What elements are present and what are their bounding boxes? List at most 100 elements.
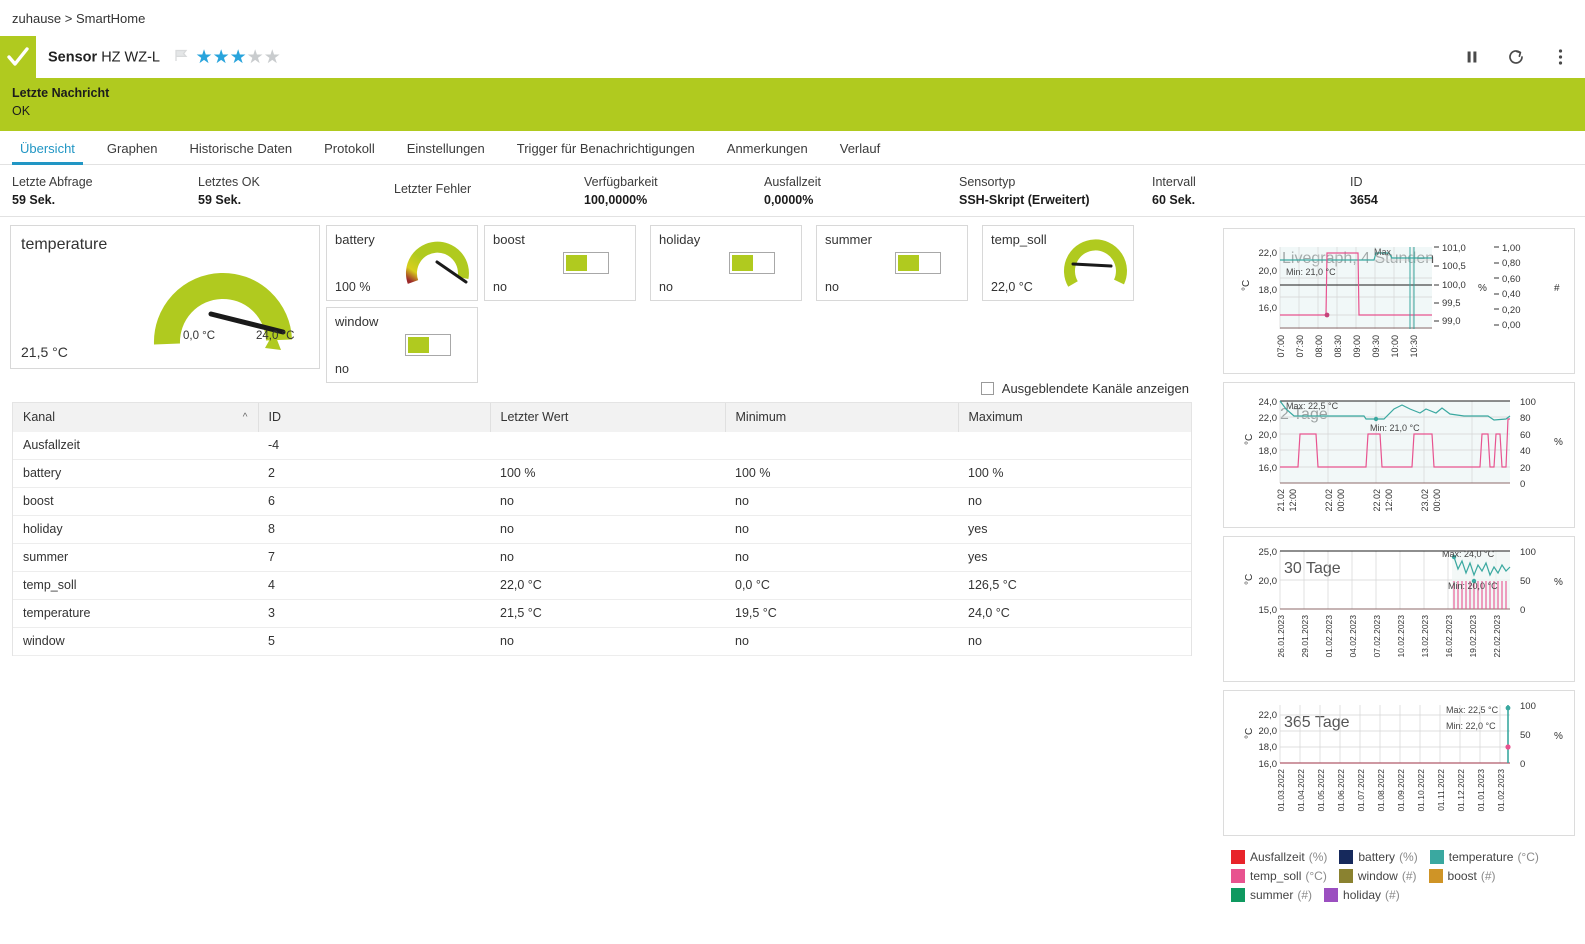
boost-toggle[interactable] <box>563 252 609 274</box>
svg-text:18,0: 18,0 <box>1259 285 1278 296</box>
gauge-battery[interactable]: battery 100 % <box>326 225 478 301</box>
chart-livegraph-4h[interactable]: Livegraph, 4 Stunden Min: 21,0 °C <box>1223 228 1575 374</box>
cell-maximum: yes <box>958 543 1191 572</box>
tab-graphen[interactable]: Graphen <box>91 135 174 164</box>
table-row[interactable]: holiday 8 no no yes <box>13 515 1191 544</box>
svg-text:08:00: 08:00 <box>1314 335 1324 358</box>
svg-text:01.09.2022: 01.09.2022 <box>1396 769 1406 812</box>
legend-item-temp-soll[interactable]: temp_soll (°C) <box>1231 869 1327 883</box>
chart-365-tage[interactable]: 365 Tage Max: 22,5 °C Min: 22,0 °C 22,0 … <box>1223 690 1575 836</box>
svg-text:20,0: 20,0 <box>1259 726 1278 737</box>
refresh-icon[interactable] <box>1505 46 1527 68</box>
legend-item-holiday[interactable]: holiday (#) <box>1324 888 1400 902</box>
column-header-letzter-wert[interactable]: Letzter Wert <box>490 403 726 432</box>
table-row[interactable]: temperature 3 21,5 °C 19,5 °C 24,0 °C <box>13 599 1191 628</box>
cell-id: 5 <box>258 627 490 656</box>
chart-30-tage[interactable]: 30 Tage Max: 24,0 °C Min: 20,0 °C 25,0 2… <box>1223 536 1575 682</box>
star-4[interactable]: ★ <box>247 48 264 67</box>
table-row[interactable]: boost 6 no no no <box>13 487 1191 516</box>
table-row[interactable]: Ausfallzeit -4 <box>13 432 1191 460</box>
gauge-temperature[interactable]: temperature 0,0 °C 24,0 °C 21,5 °C <box>10 225 320 369</box>
table-row[interactable]: temp_soll 4 22,0 °C 0,0 °C 126,5 °C <box>13 571 1191 600</box>
svg-text:10:30: 10:30 <box>1409 335 1419 358</box>
column-header-id[interactable]: ID <box>258 403 491 432</box>
rating-stars[interactable]: ★ ★ ★ ★ ★ <box>196 48 281 67</box>
legend-item-ausfallzeit[interactable]: Ausfallzeit (%) <box>1231 850 1327 864</box>
gauge-window[interactable]: window no <box>326 307 478 383</box>
star-2[interactable]: ★ <box>213 48 230 67</box>
header-actions <box>1461 36 1571 78</box>
cell-id: 4 <box>258 571 490 600</box>
legend-item-window[interactable]: window (#) <box>1338 869 1417 883</box>
column-header-minimum[interactable]: Minimum <box>725 403 959 432</box>
gauge-label: holiday <box>659 232 701 247</box>
legend-item-boost[interactable]: boost (#) <box>1428 869 1496 883</box>
summary-value: 59 Sek. <box>198 192 242 207</box>
star-1[interactable]: ★ <box>196 48 213 67</box>
cell-kanal: temp_soll <box>13 571 258 600</box>
cell-minimum: no <box>725 487 958 516</box>
more-options-icon[interactable] <box>1549 46 1571 68</box>
table-row[interactable]: window 5 no no no <box>13 627 1191 656</box>
gauge-value: no <box>825 280 839 294</box>
svg-text:29.01.2023: 29.01.2023 <box>1300 615 1310 658</box>
prtg-sensor-page: zuhause > SmartHome Sensor HZ WZ-L ★ ★ ★ ★ ★ <box>0 0 1585 944</box>
svg-text:07.02.2023: 07.02.2023 <box>1372 615 1382 658</box>
sensor-header: Sensor HZ WZ-L ★ ★ ★ ★ ★ <box>0 36 1585 78</box>
svg-text:18,0: 18,0 <box>1259 742 1278 753</box>
svg-text:01.03.2022: 01.03.2022 <box>1276 769 1286 812</box>
gauge-holiday[interactable]: holiday no <box>650 225 802 301</box>
toggle-knob <box>408 337 429 353</box>
legend-swatch <box>1428 869 1443 883</box>
svg-text:100,5: 100,5 <box>1442 261 1466 272</box>
gauge-value: no <box>335 362 349 376</box>
legend-item-summer[interactable]: summer (#) <box>1231 888 1312 902</box>
window-toggle[interactable] <box>405 334 451 356</box>
pause-icon[interactable] <box>1461 46 1483 68</box>
legend-item-temperature[interactable]: temperature (°C) <box>1429 850 1539 864</box>
star-3[interactable]: ★ <box>230 48 247 67</box>
gauge-value: 22,0 °C <box>991 280 1033 294</box>
table-row[interactable]: battery 2 100 % 100 % 100 % <box>13 459 1191 488</box>
legend-swatch <box>1338 869 1353 883</box>
cell-id: 7 <box>258 543 490 572</box>
gauge-temp-soll[interactable]: temp_soll 22,0 °C <box>982 225 1134 301</box>
column-header-kanal[interactable]: Kanal ^ <box>13 403 259 432</box>
summer-toggle[interactable] <box>895 252 941 274</box>
tab-protokoll[interactable]: Protokoll <box>308 135 391 164</box>
tab-historische-daten[interactable]: Historische Daten <box>174 135 309 164</box>
gauge-summer[interactable]: summer no <box>816 225 968 301</box>
chart-2-tage[interactable]: 2 Tage Max: 22,5 °C Min: 21,0 °C 24,02 <box>1223 382 1575 528</box>
cell-letzter-wert: 21,5 °C <box>490 599 725 628</box>
svg-text:01.02.2023: 01.02.2023 <box>1496 769 1506 812</box>
table-header-row: Kanal ^ ID Letzter Wert Minimum Maximum <box>13 403 1191 432</box>
svg-text:13.02.2023: 13.02.2023 <box>1420 615 1430 658</box>
chart-legend: Ausfallzeit (%) battery (%) temperature … <box>1223 844 1575 902</box>
show-hidden-channels-checkbox[interactable] <box>980 382 994 395</box>
flag-icon[interactable] <box>174 49 192 66</box>
svg-text:09:30: 09:30 <box>1371 335 1381 358</box>
svg-text:°C: °C <box>1244 434 1255 445</box>
summary-label: Verfügbarkeit <box>584 174 658 189</box>
gauge-boost[interactable]: boost no <box>484 225 636 301</box>
tab-anmerkungen[interactable]: Anmerkungen <box>711 135 824 164</box>
cell-kanal: window <box>13 627 258 656</box>
summary-label: Sensortyp <box>959 174 1016 189</box>
summary-label: Letzte Abfrage <box>12 174 93 189</box>
tab-trigger[interactable]: Trigger für Benachrichtigungen <box>501 135 711 164</box>
table-row[interactable]: summer 7 no no yes <box>13 543 1191 572</box>
column-header-maximum[interactable]: Maximum <box>958 403 1191 432</box>
legend-label: temperature <box>1448 850 1514 864</box>
svg-text:°C: °C <box>1241 280 1252 291</box>
show-hidden-channels-label[interactable]: Ausgeblendete Kanäle anzeigen <box>1002 381 1189 396</box>
holiday-toggle[interactable] <box>729 252 775 274</box>
star-5[interactable]: ★ <box>264 48 281 67</box>
tab-verlauf[interactable]: Verlauf <box>824 135 896 164</box>
breadcrumb[interactable]: zuhause > SmartHome <box>0 0 1585 36</box>
tab-einstellungen[interactable]: Einstellungen <box>391 135 501 164</box>
cell-id: 6 <box>258 487 490 516</box>
svg-text:40: 40 <box>1520 446 1531 457</box>
legend-item-battery[interactable]: battery (%) <box>1339 850 1418 864</box>
legend-unit: (%) <box>1308 850 1328 864</box>
tab-uebersicht[interactable]: Übersicht <box>4 135 91 165</box>
